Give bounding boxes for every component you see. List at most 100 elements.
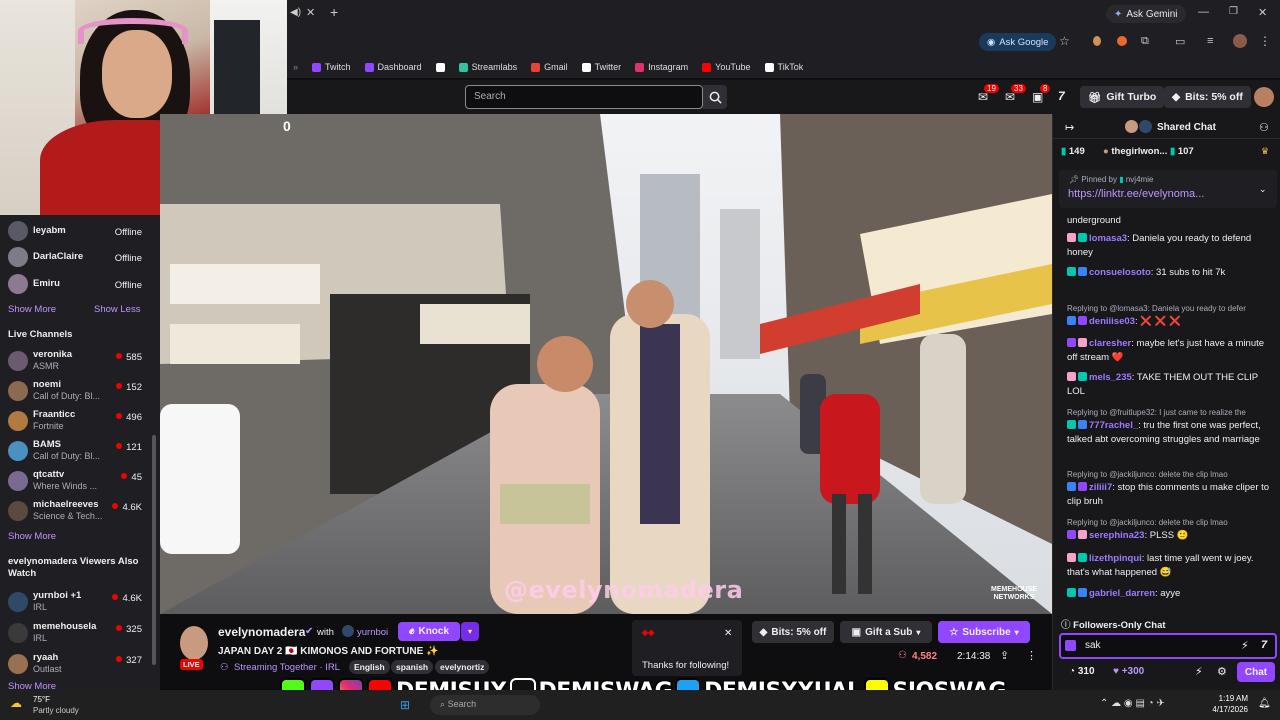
bookmark-item[interactable]: Dashboard: [364, 62, 422, 72]
channel-avatar[interactable]: [180, 626, 208, 660]
bookmark-item[interactable]: Twitter: [581, 62, 621, 72]
settings-icon[interactable]: ⚙: [1217, 665, 1227, 678]
start-icon[interactable]: ⊞: [400, 698, 410, 712]
chat-username[interactable]: gabriel_darren: [1089, 588, 1155, 599]
sidebar-channel-michaelreeves[interactable]: michaelreeves Science & Tech... 4.6K: [0, 496, 152, 524]
chat-message[interactable]: serephina23: PLSS 🙂: [1067, 529, 1277, 543]
streaming-together-label[interactable]: Streaming Together · IRL: [234, 662, 340, 673]
chevron-down-icon[interactable]: ⌄: [1259, 184, 1267, 195]
channel-points[interactable]: ◔ 310: [1069, 666, 1095, 677]
bonus-points[interactable]: ♥ +300: [1113, 666, 1144, 677]
tag[interactable]: evelynortiz: [435, 660, 490, 674]
ask-gemini-button[interactable]: ✦ Ask Gemini: [1106, 5, 1186, 23]
browser-menu-icon[interactable]: ⋮: [1259, 34, 1271, 48]
chat-username[interactable]: consuelosoto: [1089, 267, 1151, 278]
knock-button[interactable]: ✊︎ Knock: [398, 622, 460, 641]
chat-username[interactable]: deniiise03: [1089, 316, 1135, 327]
user-avatar[interactable]: [1254, 87, 1274, 107]
tray-icons[interactable]: ⌃ ☁ ◉ ▤ ◔ ✈: [1100, 698, 1165, 709]
chat-message[interactable]: claresher: maybe let's just have a minut…: [1067, 337, 1277, 365]
bookmark-item[interactable]: [435, 62, 445, 72]
chat-message[interactable]: underground: [1067, 214, 1277, 228]
reading-list-icon[interactable]: ≡: [1207, 35, 1213, 47]
sidebar-channel-fraanticc[interactable]: Fraanticc Fortnite 496: [0, 406, 152, 434]
chat-username[interactable]: 777rachel_: [1089, 420, 1138, 431]
turbo-icon[interactable]: 7: [1058, 89, 1065, 103]
tag[interactable]: spanish: [391, 660, 434, 674]
tag[interactable]: English: [349, 660, 390, 674]
minimize-icon[interactable]: —: [1198, 6, 1209, 18]
sidebar-channel-veronika[interactable]: veronika ASMR 585: [0, 346, 152, 374]
more-options-icon[interactable]: ⋮: [1026, 649, 1037, 662]
bookmark-item[interactable]: YouTube: [702, 62, 751, 72]
chat-message[interactable]: lizethpinqui: last time yall went w joey…: [1067, 552, 1277, 580]
gift-turbo-button[interactable]: 🎁︎ Gift Turbo: [1080, 86, 1165, 108]
chat-username[interactable]: claresher: [1089, 338, 1131, 349]
bookmark-item[interactable]: Instagram: [635, 62, 688, 72]
sidebar-channel-noemi[interactable]: noemi Call of Duty: Bl... 152: [0, 376, 152, 404]
knock-dropdown-icon[interactable]: ▾: [461, 622, 479, 641]
tab-close-icon[interactable]: ✕: [306, 6, 315, 19]
new-tab-icon[interactable]: +: [330, 4, 338, 20]
bookmark-item[interactable]: Gmail: [531, 62, 568, 72]
extension-icon[interactable]: [1117, 36, 1127, 46]
chat-input[interactable]: sak ⚡︎ 7: [1059, 633, 1277, 659]
chat-message[interactable]: consuelosoto: 31 subs to hit 7k: [1067, 266, 1277, 280]
bits-cheer-icon[interactable]: ⚡︎: [1241, 639, 1249, 652]
prediction-icon[interactable]: ⚡︎: [1195, 665, 1203, 678]
chat-message[interactable]: lomasa3: Daniela you ready to defend hon…: [1067, 232, 1277, 260]
share-icon[interactable]: ⇪: [1000, 649, 1009, 662]
show-more-button[interactable]: Show More: [8, 304, 56, 315]
sidebar-channel-leyabm[interactable]: leyabm Offline: [0, 217, 152, 245]
sidebar-channel-ryaah[interactable]: ryaah Outlast 327: [0, 649, 152, 677]
chat-message[interactable]: gabriel_darren: ayye: [1067, 587, 1277, 601]
maximize-icon[interactable]: ❐: [1229, 6, 1238, 17]
chat-send-button[interactable]: Chat: [1237, 662, 1275, 682]
extension-icon[interactable]: [1093, 36, 1101, 46]
show-more-button[interactable]: Show More: [8, 531, 56, 542]
bits-offer-button[interactable]: ◆ Bits: 5% off: [1164, 86, 1251, 108]
sidebar-channel-bams[interactable]: BAMS Call of Duty: Bl... 121: [0, 436, 152, 464]
pinned-message[interactable]: 📌︎ Pinned by ▮ nvj4mie https://linktr.ee…: [1059, 170, 1277, 208]
sidebar-scrollbar[interactable]: [152, 435, 156, 665]
subscribe-button[interactable]: ☆ Subscribe ▾: [938, 621, 1030, 643]
users-icon[interactable]: ⚇: [1259, 121, 1269, 134]
sidebar-channel-yurnboi[interactable]: yurnboi +1 IRL 4.6K: [0, 587, 152, 615]
bits-button[interactable]: ◆ Bits: 5% off: [752, 621, 834, 643]
tab-audio-icon[interactable]: ◀): [290, 7, 301, 18]
gift-sub-button[interactable]: ▣ Gift a Sub ▾: [840, 621, 932, 643]
search-button[interactable]: [703, 85, 727, 109]
emote-icon[interactable]: 7: [1261, 639, 1267, 651]
sidebar-channel-memehousela[interactable]: memehousela IRL 325: [0, 618, 152, 646]
chat-message[interactable]: deniiise03: ❌ ❌ ❌: [1067, 315, 1277, 329]
profile-avatar[interactable]: [1233, 34, 1247, 48]
chat-username[interactable]: lizethpinqui: [1089, 553, 1142, 564]
collab-name[interactable]: yurnboi: [357, 627, 388, 638]
search-input[interactable]: Search: [465, 85, 703, 109]
bookmark-item[interactable]: TikTok: [764, 62, 803, 72]
channel-name[interactable]: evelynomadera: [218, 625, 305, 639]
chat-username[interactable]: ziliii7: [1089, 482, 1112, 493]
collapse-chat-icon[interactable]: ↦: [1065, 121, 1074, 134]
extensions-icon[interactable]: ⧉: [1141, 35, 1149, 48]
notification-bell-icon[interactable]: 🔔︎: [1258, 698, 1271, 709]
chat-message[interactable]: ziliii7: stop this comments u make clipe…: [1067, 481, 1277, 509]
sidebar-channel-darlaclaire[interactable]: DarlaClaire Offline: [0, 243, 152, 271]
bookmark-star-icon[interactable]: ☆: [1059, 34, 1070, 48]
window-close-icon[interactable]: ✕: [1258, 6, 1267, 19]
ask-google-button[interactable]: ◉ Ask Google: [979, 33, 1057, 51]
chat-message[interactable]: 777rachel_: tru the first one was perfec…: [1067, 419, 1277, 447]
toast-close-icon[interactable]: ✕: [724, 628, 732, 639]
sidebar-channel-qtcattv[interactable]: qtcattv Where Winds ... 45: [0, 466, 152, 494]
video-player[interactable]: 0 @evelynomadera MEMEHOUSE NETWORKS: [160, 114, 1052, 614]
taskbar-search[interactable]: ⌕ Search: [430, 695, 540, 715]
sidebar-channel-emiru[interactable]: Emiru Offline: [0, 270, 152, 298]
chat-username[interactable]: lomasa3: [1089, 233, 1127, 244]
chat-message[interactable]: mels_235: TAKE THEM OUT THE CLIP LOL: [1067, 371, 1277, 399]
weather-icon[interactable]: ☁: [10, 696, 22, 710]
cast-icon[interactable]: ▭: [1175, 35, 1185, 48]
pinned-link[interactable]: https://linktr.ee/evelynoma...: [1068, 188, 1204, 200]
show-less-button[interactable]: Show Less: [94, 304, 140, 315]
chat-username[interactable]: serephina23: [1089, 530, 1144, 541]
chat-username[interactable]: mels_235: [1089, 372, 1132, 383]
